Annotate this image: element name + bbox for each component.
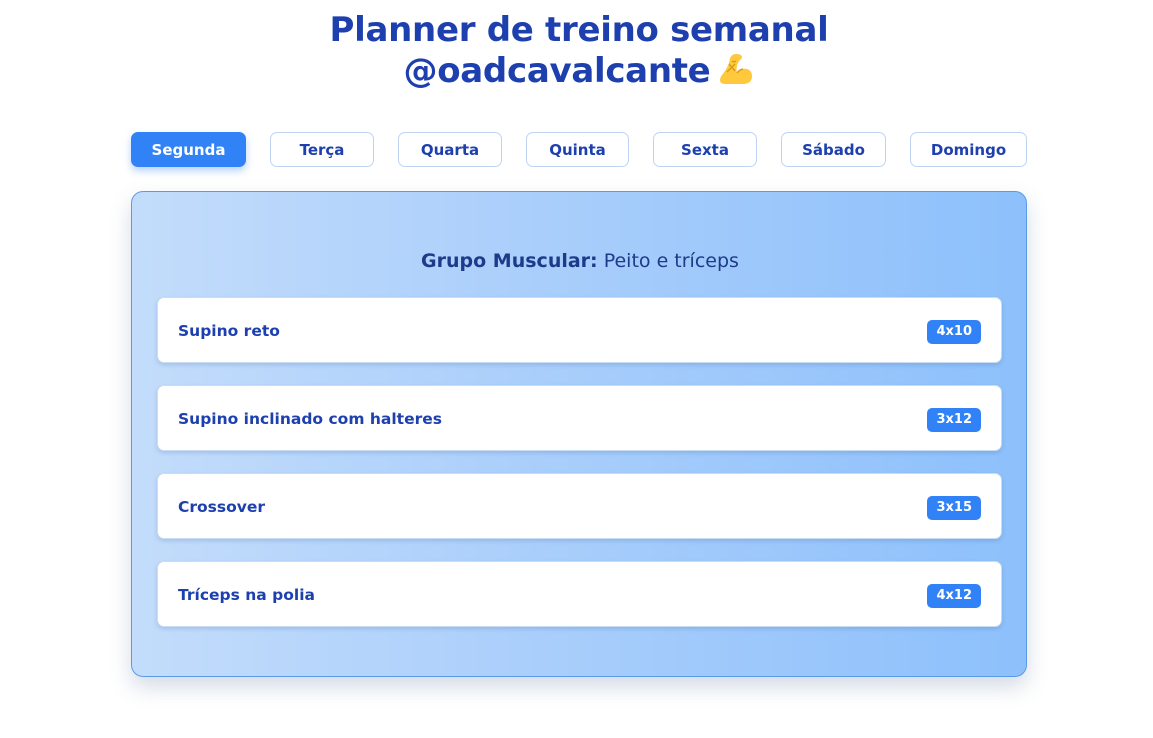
muscle-group-label: Grupo Muscular: Peito e tríceps bbox=[132, 250, 1028, 272]
title-line-1: Planner de treino semanal bbox=[329, 10, 829, 50]
exercise-card: Supino reto 4x10 bbox=[157, 297, 1002, 363]
exercise-name: Crossover bbox=[178, 498, 266, 516]
page: Planner de treino semanal @oadcavalcante… bbox=[0, 0, 1153, 738]
tab-domingo[interactable]: Domingo bbox=[910, 132, 1027, 167]
workout-panel: Grupo Muscular: Peito e tríceps Supino r… bbox=[131, 191, 1027, 677]
title-line-2: @oadcavalcante bbox=[0, 51, 1153, 97]
flexed-biceps-icon bbox=[716, 51, 754, 97]
sets-badge: 4x10 bbox=[927, 320, 981, 344]
exercise-name: Supino reto bbox=[178, 322, 280, 340]
muscle-group-value: Peito e tríceps bbox=[603, 250, 739, 272]
day-tabs: Segunda Terça Quarta Quinta Sexta Sábado… bbox=[0, 132, 1153, 167]
title-handle: @oadcavalcante bbox=[403, 51, 711, 91]
sets-badge: 4x12 bbox=[927, 584, 981, 608]
tab-sexta[interactable]: Sexta bbox=[653, 132, 757, 167]
sets-badge: 3x15 bbox=[927, 496, 981, 520]
exercise-list: Supino reto 4x10 Supino inclinado com ha… bbox=[157, 297, 1002, 649]
tab-quarta[interactable]: Quarta bbox=[398, 132, 502, 167]
exercise-card: Supino inclinado com halteres 3x12 bbox=[157, 385, 1002, 451]
muscle-group-key: Grupo Muscular: bbox=[421, 250, 598, 272]
sets-badge: 3x12 bbox=[927, 408, 981, 432]
page-title: Planner de treino semanal @oadcavalcante bbox=[0, 10, 1153, 97]
tab-sabado[interactable]: Sábado bbox=[781, 132, 886, 167]
tab-terca[interactable]: Terça bbox=[270, 132, 374, 167]
tab-quinta[interactable]: Quinta bbox=[526, 132, 629, 167]
exercise-name: Supino inclinado com halteres bbox=[178, 410, 442, 428]
exercise-card: Tríceps na polia 4x12 bbox=[157, 561, 1002, 627]
tab-segunda[interactable]: Segunda bbox=[131, 132, 246, 167]
exercise-name: Tríceps na polia bbox=[178, 586, 315, 604]
exercise-card: Crossover 3x15 bbox=[157, 473, 1002, 539]
